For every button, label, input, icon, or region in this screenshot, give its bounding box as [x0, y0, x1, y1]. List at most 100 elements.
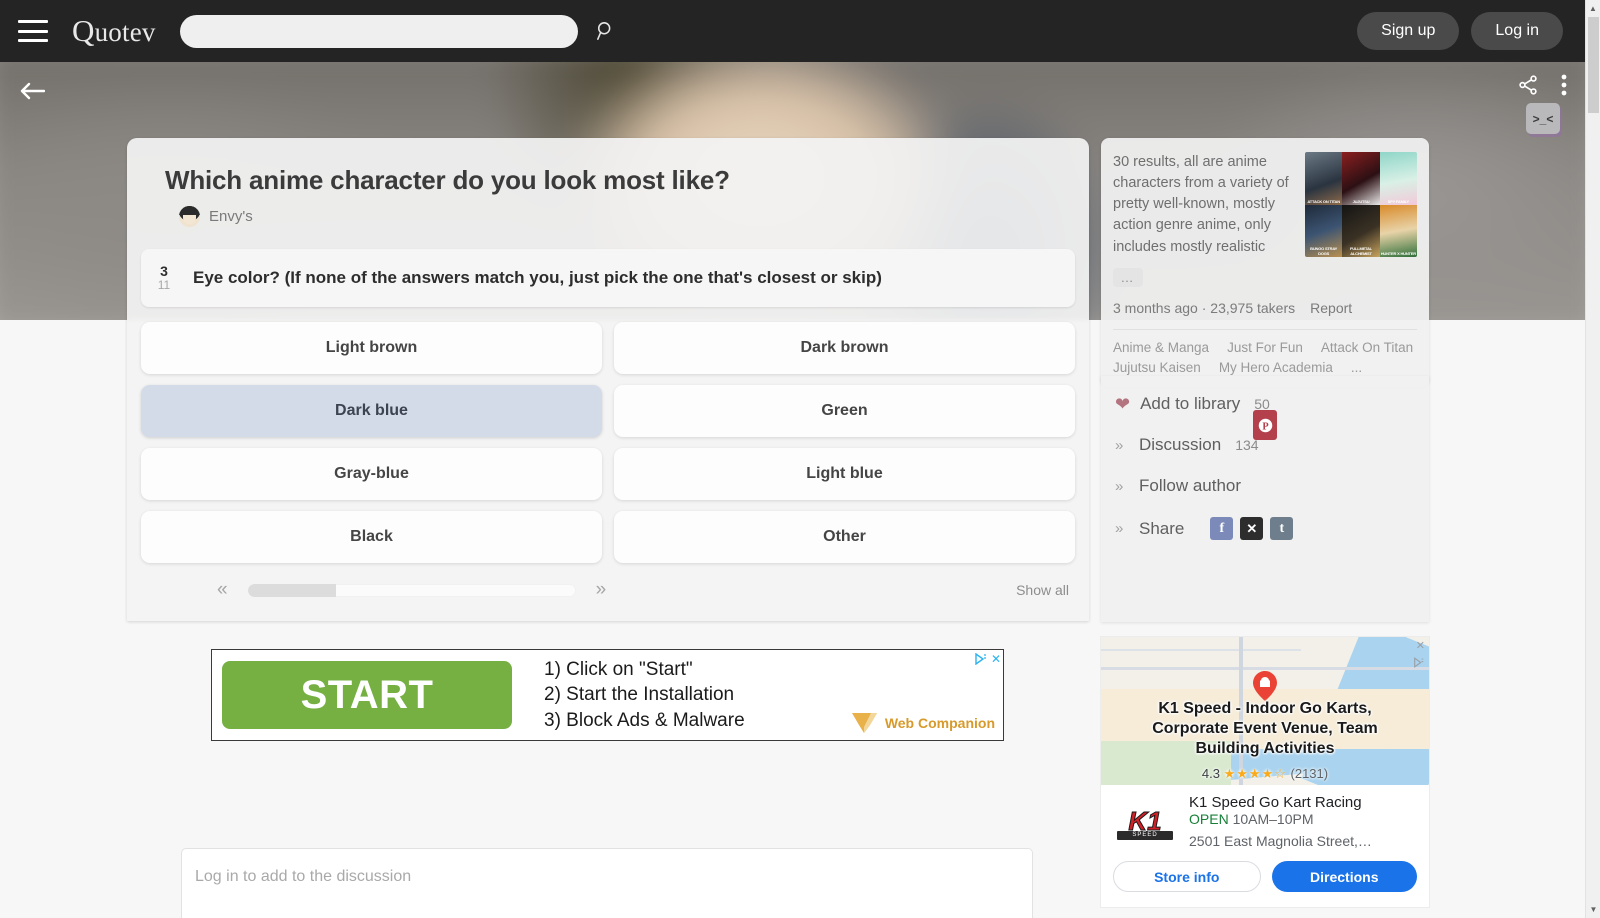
- chevron-right-icon: »: [1115, 520, 1124, 537]
- tag-item[interactable]: Attack On Titan: [1321, 340, 1413, 355]
- question-number: 3: [160, 263, 168, 280]
- answer-option[interactable]: Green: [614, 385, 1075, 437]
- signup-button[interactable]: Sign up: [1357, 12, 1460, 50]
- x-twitter-icon[interactable]: ✕: [1240, 517, 1264, 540]
- question-total: 11: [157, 278, 171, 293]
- ad-close-icon[interactable]: ✕: [1416, 639, 1425, 652]
- rating-stars: ★★★★☆: [1223, 766, 1287, 781]
- thumb-tile: BUNGO STRAY DOGS: [1305, 204, 1343, 257]
- adchoices-icon: [975, 653, 986, 665]
- quotev-logo[interactable]: Quotev: [72, 13, 156, 49]
- avatar: [179, 206, 200, 227]
- svg-text:P: P: [1262, 421, 1268, 432]
- sidebar-advertisement[interactable]: ✕ K1 Speed - Indoor Go Karts, Corporate …: [1101, 637, 1429, 907]
- tag-item[interactable]: My Hero Academia: [1219, 360, 1333, 375]
- quiz-progress-bar[interactable]: [247, 583, 576, 597]
- quiz-card: Which anime character do you look most l…: [127, 138, 1089, 621]
- share-label: Share: [1139, 518, 1185, 538]
- answer-option[interactable]: Dark brown: [614, 322, 1075, 374]
- quiz-actions-panel: ❤ Add to library 50 » Discussion 134 » F…: [1101, 376, 1429, 622]
- search-input[interactable]: [179, 14, 578, 48]
- scroll-up-button[interactable]: ▲: [1586, 0, 1600, 17]
- quiz-progress-fill: [247, 583, 337, 597]
- follow-author-button[interactable]: » Follow author: [1115, 476, 1429, 496]
- ad-step-2: 2) Start the Installation: [544, 684, 735, 706]
- top-navigation-bar: Quotev Sign up Log in: [0, 0, 1585, 62]
- answer-option[interactable]: Black: [141, 511, 602, 563]
- page-scrollbar[interactable]: ▲ ▼: [1585, 0, 1600, 918]
- question-counter: 3 11: [141, 264, 181, 291]
- previous-page-button[interactable]: «: [209, 579, 236, 601]
- author-name[interactable]: Envy's: [209, 208, 253, 225]
- ad-step-3: 3) Block Ads & Malware: [544, 709, 745, 731]
- ad-close-icon[interactable]: ✕: [991, 652, 1001, 666]
- ad-store-text: K1 Speed Go Kart Racing OPEN 10AM–10PM 2…: [1189, 794, 1419, 849]
- ad-store-info: K1 SPEED K1 Speed Go Kart Racing OPEN 10…: [1101, 785, 1429, 849]
- banner-advertisement[interactable]: START 1) Click on "Start" 2) Start the I…: [211, 649, 1004, 741]
- thumb-tile: SPY FAMILY: [1379, 152, 1417, 205]
- tag-item[interactable]: Anime & Manga: [1113, 340, 1209, 355]
- report-link[interactable]: Report: [1310, 300, 1352, 316]
- facebook-icon[interactable]: f: [1210, 517, 1234, 540]
- social-share-buttons: f ✕ P t: [1210, 410, 1294, 540]
- hamburger-menu-icon[interactable]: [18, 20, 48, 42]
- ad-store-name: K1 Speed Go Kart Racing: [1189, 794, 1362, 811]
- heart-icon: ❤: [1115, 394, 1131, 414]
- auth-buttons: Sign up Log in: [1357, 12, 1585, 50]
- share-row: » Share f ✕ P t: [1115, 410, 1429, 540]
- ad-brand-label: Web Companion: [884, 714, 995, 731]
- tumblr-icon[interactable]: t: [1270, 517, 1294, 540]
- thumb-tile: FULLMETAL ALCHEMIST: [1342, 204, 1380, 257]
- next-page-button[interactable]: »: [588, 579, 615, 601]
- answer-option[interactable]: Other: [614, 511, 1075, 563]
- tag-item[interactable]: Just For Fun: [1227, 340, 1303, 355]
- rating-value: 4.3: [1201, 766, 1220, 781]
- follow-author-label: Follow author: [1139, 476, 1242, 495]
- open-label: OPEN: [1189, 811, 1229, 828]
- question-text: Eye color? (If none of the answers match…: [193, 268, 882, 287]
- back-button[interactable]: [14, 74, 50, 108]
- k1-logo-sub: SPEED: [1117, 830, 1173, 840]
- author-row[interactable]: Envy's: [127, 196, 1089, 249]
- ad-brand: Web Companion: [851, 711, 995, 734]
- brand-initial: Q: [72, 13, 95, 48]
- chevron-right-icon: »: [1115, 436, 1124, 454]
- answer-option-selected[interactable]: Dark blue: [141, 385, 602, 437]
- answer-option[interactable]: Gray-blue: [141, 448, 602, 500]
- brand-rest: uotev: [94, 17, 156, 47]
- scroll-down-button[interactable]: ▼: [1586, 901, 1600, 918]
- ad-start-button[interactable]: START: [222, 661, 512, 729]
- more-options-icon[interactable]: [1561, 74, 1567, 96]
- tag-item-more[interactable]: ...: [1351, 360, 1362, 375]
- answer-option[interactable]: Light brown: [141, 322, 602, 374]
- show-all-button[interactable]: Show all: [1016, 582, 1069, 598]
- store-info-button[interactable]: Store info: [1113, 861, 1261, 893]
- quiz-pagination: « » Show all: [127, 563, 1089, 621]
- k1-logo-text: K1: [1128, 805, 1162, 836]
- expand-description-button[interactable]: …: [1113, 267, 1143, 287]
- scrollbar-thumb[interactable]: [1588, 17, 1599, 113]
- thumb-tile: ATTACK ON TITAN: [1305, 152, 1343, 205]
- quiz-info-top: 30 results, all are anime characters fro…: [1101, 138, 1429, 258]
- rating-count: (2131): [1290, 766, 1329, 781]
- tag-list: Anime & Manga Just For Fun Attack On Tit…: [1101, 330, 1429, 375]
- tag-item[interactable]: Jujutsu Kaisen: [1113, 360, 1201, 375]
- share-icon[interactable]: [1517, 74, 1539, 96]
- answer-option[interactable]: Light blue: [614, 448, 1075, 500]
- adchoices-icon[interactable]: [1413, 655, 1425, 673]
- search-icon[interactable]: [584, 11, 628, 51]
- discussion-label: Discussion: [1139, 435, 1222, 454]
- page-title: Which anime character do you look most l…: [165, 165, 730, 195]
- ad-step-1: 1) Click on "Start": [544, 659, 693, 681]
- discussion-input[interactable]: Log in to add to the discussion: [181, 848, 1033, 918]
- thumb-tile: HUNTER X HUNTER: [1379, 204, 1417, 257]
- answer-options: Light brown Dark brown Dark blue Green G…: [127, 307, 1089, 563]
- directions-button[interactable]: Directions: [1271, 861, 1417, 893]
- login-button[interactable]: Log in: [1471, 12, 1563, 50]
- ad-cta-buttons: Store info Directions: [1101, 849, 1429, 893]
- ad-map-image: K1 Speed - Indoor Go Karts, Corporate Ev…: [1101, 637, 1429, 785]
- hours-label: 10AM–10PM: [1232, 811, 1314, 828]
- pinterest-icon[interactable]: P: [1253, 410, 1277, 440]
- quiz-meta: 3 months ago · 23,975 takers Report: [1101, 287, 1429, 316]
- quiz-info-panel: 30 results, all are anime characters fro…: [1101, 138, 1429, 387]
